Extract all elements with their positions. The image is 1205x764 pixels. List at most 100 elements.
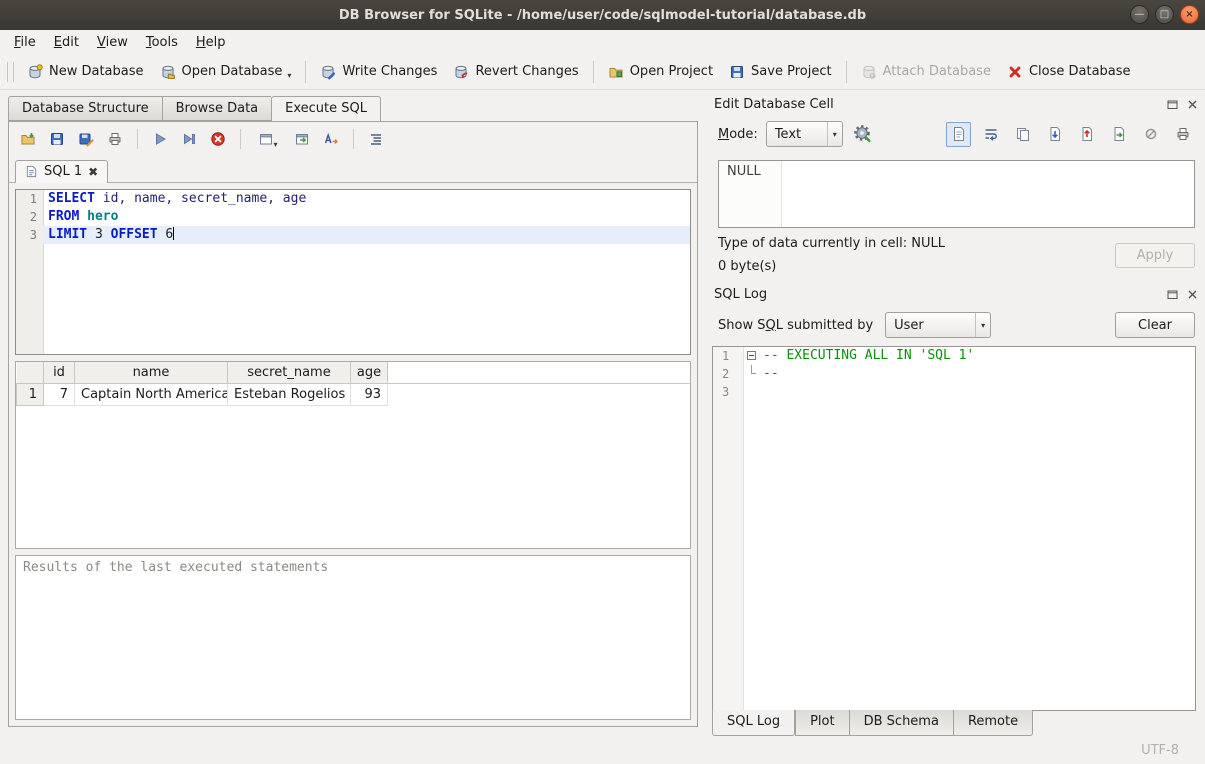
sql-file-tab[interactable]: SQL 1 ✖ [15,160,108,183]
execute-sql-panel: ▾ SQL 1 ✖ 1 SELECT id, name, se [8,121,698,727]
tab-execute-sql[interactable]: Execute SQL [271,96,381,122]
stop-execution-button[interactable] [205,126,231,152]
line-number: 1 [16,190,43,208]
sql-file-tab-close-icon[interactable]: ✖ [88,166,98,178]
column-header-id[interactable]: id [44,362,75,383]
maximize-button[interactable]: □ [1155,5,1174,24]
results-row[interactable]: 1 7 Captain North America Esteban Rogeli… [17,383,691,405]
open-in-tab-icon [294,131,310,147]
dock-area: Edit Database Cell Mode: Text ▾ [710,90,1205,736]
open-database-dropdown-arrow[interactable]: ▾ [287,71,291,80]
close-button[interactable]: × [1180,5,1199,24]
text-caret [173,227,174,240]
cell-size-info: 0 byte(s) [718,259,1115,274]
dock-tab-sql-log[interactable]: SQL Log [712,710,795,736]
apply-button: Apply [1115,243,1195,268]
new-tab-dropdown-arrow[interactable]: ▾ [273,140,277,149]
menu-view[interactable]: View [88,32,137,53]
dock-tab-plot[interactable]: Plot [795,710,849,736]
row-number[interactable]: 1 [17,383,44,405]
save-sql-file-as-button[interactable] [73,126,99,152]
sql-log-title: SQL Log [714,287,1166,302]
close-panel-icon[interactable] [1186,98,1199,111]
copy-cell-button[interactable] [1010,122,1035,147]
log-line: 3 [713,383,1195,401]
revert-changes-button[interactable]: Revert Changes [445,59,586,85]
cell-info-row: Type of data currently in cell: NULL 0 b… [710,230,1205,276]
menu-tools[interactable]: Tools [137,32,187,53]
export-cell-data-button[interactable] [1074,122,1099,147]
menu-edit[interactable]: Edit [45,32,88,53]
close-database-button[interactable]: Close Database [999,59,1139,85]
window-controls: — □ × [1130,5,1199,24]
format-sql-button[interactable] [363,126,389,152]
fold-collapse-icon[interactable] [747,351,756,360]
results-corner[interactable] [17,362,44,383]
log-filter-select[interactable]: User ▾ [885,312,991,338]
dock-tab-db-schema[interactable]: DB Schema [849,710,953,736]
column-header-age[interactable]: age [351,362,388,383]
revert-changes-icon [453,64,469,80]
cell-editor-icons [946,122,1195,147]
open-project-button[interactable]: Open Project [600,59,721,85]
set-null-button[interactable] [1138,122,1163,147]
editor-line: 1 SELECT id, name, secret_name, age [16,190,690,208]
results-grid[interactable]: id name secret_name age 1 7 Captain Nort… [15,361,691,549]
open-sql-file-button[interactable] [15,126,41,152]
new-sql-tab-button[interactable]: ▾ [250,126,286,152]
print-sql-button[interactable] [102,126,128,152]
results-table: id name secret_name age 1 7 Captain Nort… [16,362,690,406]
new-database-icon [27,64,43,80]
import-cell-data-button[interactable] [1042,122,1067,147]
word-wrap-button[interactable] [978,122,1003,147]
save-sql-file-button[interactable] [44,126,70,152]
minimize-button[interactable]: — [1130,5,1149,24]
sql-file-tab-label: SQL 1 [44,164,82,179]
open-database-button[interactable]: Open Database ▾ [152,58,300,85]
open-sql-in-tab-button[interactable] [289,126,315,152]
cell-age[interactable]: 93 [351,383,388,405]
new-database-button[interactable]: New Database [19,59,152,85]
print-icon [107,131,123,147]
new-tab-icon [258,131,274,147]
cell-id[interactable]: 7 [44,383,75,405]
save-cell-button[interactable] [1106,122,1131,147]
dock-tab-remote[interactable]: Remote [953,710,1033,736]
sql-editor[interactable]: 1 SELECT id, name, secret_name, age 2 FR… [15,189,691,355]
toolbar-separator [305,61,306,83]
close-panel-icon[interactable] [1186,288,1199,301]
toolbar-handle[interactable] [7,62,14,82]
text-mode-button[interactable] [946,122,971,147]
execute-all-button[interactable] [147,126,173,152]
tab-browse-data[interactable]: Browse Data [162,96,272,121]
toolbar-separator [240,129,241,149]
undock-icon[interactable] [1166,98,1179,111]
encoding-indicator[interactable]: UTF-8 [1141,743,1179,758]
autocomplete-toggle-button[interactable] [318,126,344,152]
print-cell-button[interactable] [1170,122,1195,147]
clear-log-button[interactable]: Clear [1115,312,1195,338]
log-filter-value: User [894,318,967,333]
menu-help[interactable]: Help [187,32,235,53]
sql-log-view[interactable]: 1 -- EXECUTING ALL IN 'SQL 1' 2 -- 3 [712,346,1196,711]
format-sql-icon [368,131,384,147]
titlebar[interactable]: DB Browser for SQLite - /home/user/code/… [0,0,1205,30]
editor-code-line: FROM hero [43,208,690,226]
mode-select[interactable]: Text ▾ [766,121,843,147]
save-project-button[interactable]: Save Project [721,59,840,85]
save-sql-file-as-icon [78,131,94,147]
import-in-cell-button[interactable] [851,122,876,147]
menu-file[interactable]: File [5,32,45,53]
write-changes-button[interactable]: Write Changes [312,59,445,85]
execute-current-line-button[interactable] [176,126,202,152]
column-header-name[interactable]: name [75,362,228,383]
cell-secret-name[interactable]: Esteban Rogelios [228,383,351,405]
execute-all-icon [152,131,168,147]
menubar: File Edit View Tools Help [0,30,1205,54]
cell-name[interactable]: Captain North America [75,383,228,405]
undock-icon[interactable] [1166,288,1179,301]
column-header-secret-name[interactable]: secret_name [228,362,351,383]
cell-editor[interactable]: NULL [718,160,1195,228]
tab-database-structure[interactable]: Database Structure [8,96,162,121]
edit-cell-toolbar: Mode: Text ▾ [710,116,1205,152]
